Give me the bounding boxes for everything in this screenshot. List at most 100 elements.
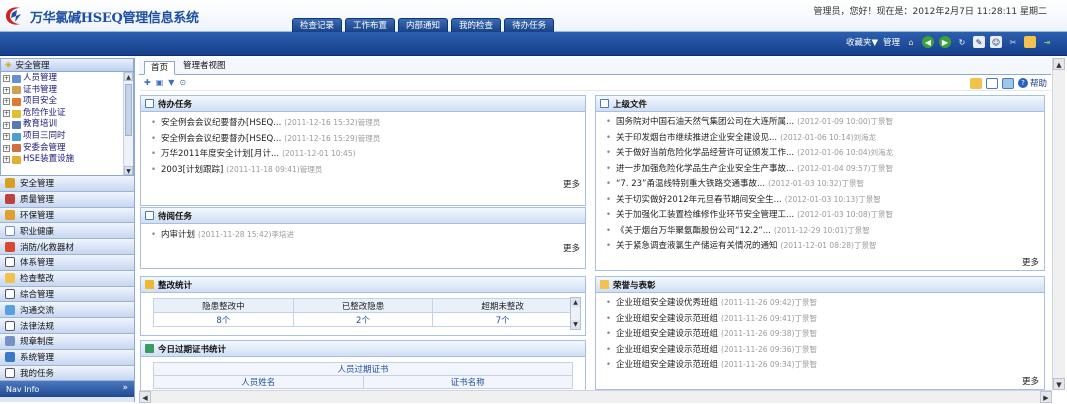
list-item[interactable]: • 关于切实做好2012年元旦春节期间安全生... (2012-01-03 10:1… [596, 192, 1044, 208]
tab-my-inspection[interactable]: 我的检查 [451, 18, 502, 32]
folder-open-icon[interactable] [969, 77, 982, 89]
menu-regulations[interactable]: 规章制度 [0, 333, 134, 350]
expand-icon[interactable]: + [3, 98, 10, 106]
menu-general-mgmt[interactable]: 综合管理 [0, 286, 134, 303]
sidebar-footer[interactable]: Nav Info » [0, 381, 134, 398]
rectify-scrollbar[interactable]: ▲ ▼ [570, 297, 581, 330]
expand-icon[interactable]: + [3, 144, 10, 152]
back-icon[interactable]: ◀ [922, 36, 934, 48]
tree-item-hse-facilities[interactable]: + HSE装置设施 [3, 154, 133, 166]
list-item[interactable]: • 安全例会会议纪要督办[HSEQ... (2011-12-16 15:29)管理员 [141, 131, 585, 147]
count-rectified[interactable]: 2个 [292, 312, 434, 327]
manage-link[interactable]: 管理 [883, 36, 900, 48]
tab-home[interactable]: 首页 [144, 61, 176, 75]
menu-system-admin[interactable]: 系统管理 [0, 349, 134, 366]
menu-quality[interactable]: 质量管理 [0, 191, 134, 208]
home-icon[interactable]: ⌂ [905, 36, 917, 48]
settings-icon[interactable]: ⊙ [179, 78, 186, 87]
menu-inspection-rectify[interactable]: 检查整改 [0, 270, 134, 287]
tree-scrollbar[interactable]: ▲ ▼ [123, 72, 133, 175]
scroll-up-icon[interactable]: ▲ [571, 298, 580, 307]
expand-icon[interactable]: + [3, 110, 10, 118]
list-item[interactable]: • 《关于烟台万华聚氨酯股份公司“12.2”... (2011-12-29 10:0… [596, 223, 1044, 239]
menu-communication[interactable]: 沟通交流 [0, 302, 134, 319]
tree-item-personnel[interactable]: + 人员管理 [3, 73, 133, 85]
page-vertical-scrollbar[interactable]: ▲ ▼ [1052, 58, 1065, 390]
tab-manager-view[interactable]: 管理者视图 [177, 60, 232, 74]
add-icon[interactable]: ✚ [144, 78, 151, 87]
user-icon[interactable]: ☺ [990, 36, 1002, 48]
list-item[interactable]: • 万华2011年度安全计划[月计... (2011-12-01 10:45) [141, 146, 585, 162]
favorites-menu[interactable]: 收藏夹▼ [846, 36, 878, 48]
scroll-down-icon[interactable]: ▼ [124, 166, 133, 175]
expand-icon[interactable]: + [3, 156, 10, 164]
scroll-down-icon[interactable]: ▼ [571, 320, 580, 329]
todo-more-link[interactable]: 更多 [563, 178, 580, 190]
list-item[interactable]: • 2003[计划跟踪] (2011-11-18 09:41)管理员 [141, 162, 585, 178]
list-item[interactable]: • 关于紧急调查液氯生产储运有关情况的通知 (2011-12-01 08:28)丁景… [596, 238, 1044, 254]
help-button[interactable]: ? 帮助 [1017, 77, 1047, 89]
tree-item-project-safety[interactable]: + 项目安全 [3, 96, 133, 108]
list-item[interactable]: • 企业班组安全建设示范班组 (2011-11-26 09:34)丁景智 [596, 357, 1044, 373]
tree-header[interactable]: ◈ 安全管理 [0, 58, 134, 72]
main-tabs: 首页 管理者视图 [139, 58, 1051, 75]
tree-item-three-simultaneous[interactable]: + 项目三同时 [3, 131, 133, 143]
picture-icon[interactable] [1001, 77, 1014, 89]
list-item[interactable]: • 进一步加强危险化学品生产企业安全生产事故... (2012-01-04 09:5… [596, 161, 1044, 177]
list-item[interactable]: • 关于做好当前危险化学品经营许可证颁发工作... (2012-01-06 10:0… [596, 145, 1044, 161]
tree-item-certificates[interactable]: + 证书管理 [3, 85, 133, 97]
list-item[interactable]: • 企业班组安全建设示范班组 (2011-11-26 09:38)丁景智 [596, 326, 1044, 342]
menu-occupational-health[interactable]: 职业健康 [0, 223, 134, 240]
scroll-up-icon[interactable]: ▲ [124, 72, 133, 81]
list-item[interactable]: • 关于印发烟台市继续推进企业安全建设见... (2012-01-06 10:14)… [596, 130, 1044, 146]
col-overdue: 超期未整改 [432, 298, 573, 313]
count-overdue[interactable]: 7个 [432, 312, 573, 327]
tree-item-training[interactable]: + 教育培训 [3, 119, 133, 131]
menu-fire-equipment[interactable]: 消防/化救器材 [0, 239, 134, 255]
tree-item-hazard-permit[interactable]: + 危险作业证 [3, 108, 133, 120]
scroll-up-icon[interactable]: ▲ [1053, 58, 1065, 70]
menu-system-mgmt[interactable]: 体系管理 [0, 254, 134, 271]
honors-more-link[interactable]: 更多 [1022, 375, 1039, 387]
toread-more-link[interactable]: 更多 [563, 242, 580, 254]
folder-icon[interactable] [1024, 36, 1036, 48]
menu-laws[interactable]: 法律法规 [0, 318, 134, 334]
list-item[interactable]: • 国务院对中国石油天然气集团公司在大连所属... (2012-01-09 10:0… [596, 114, 1044, 130]
list-item[interactable]: • 关于加强化工装置检维修作业环节安全管理工... (2012-01-03 10:0… [596, 207, 1044, 223]
scroll-thumb[interactable] [125, 84, 132, 136]
forward-icon[interactable]: ▶ [939, 36, 951, 48]
list-item[interactable]: • “7. 23”甬温线特别重大铁路交通事故... (2012-01-03 10:3… [596, 176, 1044, 192]
scroll-right-icon[interactable]: ▶ [1040, 391, 1052, 403]
exit-icon[interactable]: ⇥ [1041, 36, 1053, 48]
tab-internal-notice[interactable]: 内部通知 [398, 18, 449, 32]
dropdown-icon[interactable]: ▼ [168, 78, 174, 87]
scroll-left-icon[interactable]: ◀ [139, 391, 151, 403]
top-tabs: 检查记录 工作布置 内部通知 我的检查 待办任务 [292, 18, 555, 32]
list-item[interactable]: • 企业班组安全建设优秀班组 (2011-11-26 09:42)丁景智 [596, 295, 1044, 311]
menu-my-tasks[interactable]: 我的任务 [0, 365, 134, 382]
list-item[interactable]: • 企业班组安全建设示范班组 (2011-11-26 09:41)丁景智 [596, 311, 1044, 327]
menu-environment[interactable]: 环保管理 [0, 207, 134, 224]
layout-icon[interactable]: ▣ [156, 78, 164, 87]
tab-inspection-records[interactable]: 检查记录 [292, 18, 343, 32]
expand-icon[interactable]: + [3, 133, 10, 141]
list-item[interactable]: • 内审计划 (2011-11-28 15:42)李培进 [141, 227, 585, 243]
window-icon[interactable] [985, 77, 998, 89]
tab-work-assignment[interactable]: 工作布置 [345, 18, 396, 32]
refresh-icon[interactable]: ↻ [956, 36, 968, 48]
list-item[interactable]: • 企业班组安全建设示范班组 (2011-11-26 09:36)丁景智 [596, 342, 1044, 358]
tools-icon[interactable]: ✂ [1007, 36, 1019, 48]
tree-item-safety-committee[interactable]: + 安委会管理 [3, 143, 133, 155]
scroll-down-icon[interactable]: ▼ [1053, 378, 1065, 390]
expand-icon[interactable]: + [3, 75, 10, 83]
menu-safety[interactable]: 安全管理 [0, 176, 134, 192]
count-rectifying[interactable]: 8个 [153, 312, 294, 327]
expand-icon[interactable]: + [3, 121, 10, 129]
tab-pending-tasks[interactable]: 待办任务 [504, 18, 555, 32]
expand-icon[interactable]: + [3, 86, 10, 94]
edit-icon[interactable]: ✎ [973, 36, 985, 48]
page-horizontal-scrollbar[interactable]: ◀ ▶ [139, 390, 1052, 403]
docs-more-link[interactable]: 更多 [1022, 256, 1039, 268]
double-chevron-icon[interactable]: » [122, 383, 128, 393]
list-item[interactable]: • 安全例会会议纪要督办[HSEQ... (2011-12-16 15:32)管理员 [141, 115, 585, 131]
